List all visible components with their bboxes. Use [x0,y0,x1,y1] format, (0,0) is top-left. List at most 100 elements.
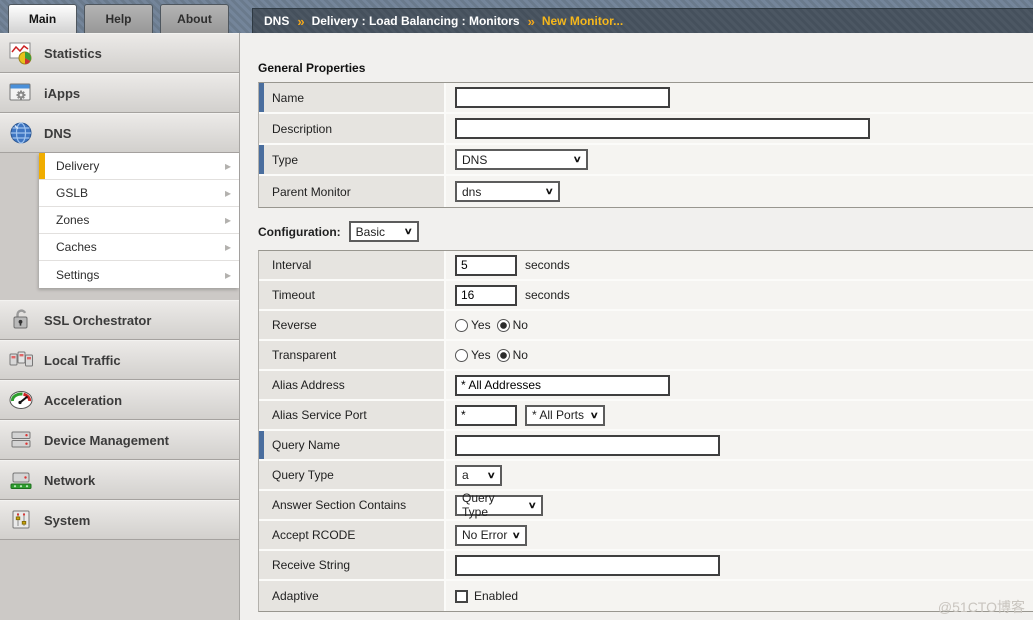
sidebar-item-label: DNS [44,126,71,141]
field-label: Parent Monitor [272,185,351,199]
selected-value: Basic [356,225,385,239]
breadcrumb-root[interactable]: DNS [264,14,289,28]
chevron-down-icon: ∨ [590,410,599,421]
description-input[interactable] [455,118,870,139]
form-row-parent-monitor: Parent Monitor dns ∨ [259,176,1033,207]
alias-service-port-select[interactable]: * All Ports ∨ [525,405,605,426]
alias-address-input[interactable] [455,375,670,396]
tab-help[interactable]: Help [84,4,153,33]
form-row-answer-section-contains: Answer Section Contains Query Type ∨ [259,491,1033,521]
statistics-chart-icon [7,40,35,66]
tab-about[interactable]: About [160,4,229,33]
name-label: Name [259,83,444,112]
parent-monitor-select[interactable]: dns ∨ [455,181,560,202]
field-label: Reverse [272,318,317,332]
sidebar-nav: Statistics iApps DNS Delivery ▸ GSLB ▸ [0,33,240,620]
field-label: Query Name [272,438,340,452]
selected-value: * All Ports [532,408,584,422]
form-row-receive-string: Receive String [259,551,1033,581]
selected-value: No Error [462,528,507,542]
required-indicator [259,83,264,112]
query-type-select[interactable]: a ∨ [455,465,502,486]
required-indicator [259,145,264,174]
form-row-accept-rcode: Accept RCODE No Error ∨ [259,521,1033,551]
submenu-item-label: Caches [56,240,97,254]
field-label: Query Type [272,468,334,482]
breadcrumb-path[interactable]: Delivery : Load Balancing : Monitors [312,14,520,28]
network-switch-icon [7,467,35,493]
ssl-padlock-icon [7,307,35,333]
sidebar-item-acceleration[interactable]: Acceleration [0,380,239,420]
unit-label: seconds [525,288,570,302]
chevron-right-icon: ▸ [225,159,231,173]
configuration-selector: Configuration: Basic ∨ [258,221,1033,242]
submenu-item-label: Delivery [56,159,99,173]
receive-string-input[interactable] [455,555,720,576]
transparent-yes-radio[interactable] [455,349,468,362]
chevron-down-icon: ∨ [404,226,413,237]
type-select[interactable]: DNS ∨ [455,149,588,170]
form-row-description: Description [259,114,1033,145]
submenu-item-settings[interactable]: Settings ▸ [39,261,239,288]
configuration-label: Configuration: [258,225,341,239]
form-row-type: Type DNS ∨ [259,145,1033,176]
selected-value: DNS [462,153,487,167]
submenu-item-label: GSLB [56,186,88,200]
accept-rcode-select[interactable]: No Error ∨ [455,525,527,546]
sidebar-item-system[interactable]: System [0,500,239,540]
sidebar-item-network[interactable]: Network [0,460,239,500]
radio-label: Yes [471,318,491,332]
breadcrumb-separator-icon: » [297,14,303,29]
form-row-interval: Interval seconds [259,251,1033,281]
alias-service-port-input[interactable] [455,405,517,426]
chevron-down-icon: ∨ [487,470,496,481]
field-label: Accept RCODE [272,528,355,542]
sidebar-item-label: iApps [44,86,80,101]
sidebar-item-dns[interactable]: DNS [0,113,239,153]
query-name-input[interactable] [455,435,720,456]
answer-section-contains-select[interactable]: Query Type ∨ [455,495,543,516]
sidebar-item-label: SSL Orchestrator [44,313,151,328]
form-row-timeout: Timeout seconds [259,281,1033,311]
sidebar-item-iapps[interactable]: iApps [0,73,239,113]
selected-value: a [462,468,469,482]
timeout-input[interactable] [455,285,517,306]
sidebar-item-device-management[interactable]: Device Management [0,420,239,460]
sidebar-item-ssl-orchestrator[interactable]: SSL Orchestrator [0,300,239,340]
sidebar-item-label: Local Traffic [44,353,121,368]
reverse-no-radio[interactable] [497,319,510,332]
configuration-select[interactable]: Basic ∨ [349,221,419,242]
radio-label: No [513,348,528,362]
submenu-item-delivery[interactable]: Delivery ▸ [39,153,239,180]
submenu-item-gslb[interactable]: GSLB ▸ [39,180,239,207]
field-label: Adaptive [272,589,319,603]
breadcrumb-current: New Monitor... [542,14,623,28]
top-header: Main Help About DNS » Delivery : Load Ba… [0,0,1033,33]
submenu-item-caches[interactable]: Caches ▸ [39,234,239,261]
reverse-yes-radio[interactable] [455,319,468,332]
name-input[interactable] [455,87,670,108]
chevron-right-icon: ▸ [225,213,231,227]
sidebar-item-local-traffic[interactable]: Local Traffic [0,340,239,380]
submenu-item-zones[interactable]: Zones ▸ [39,207,239,234]
adaptive-enabled-checkbox[interactable] [455,590,468,603]
local-traffic-servers-icon [7,347,35,373]
interval-input[interactable] [455,255,517,276]
form-row-reverse: Reverse Yes No [259,311,1033,341]
form-row-alias-address: Alias Address [259,371,1033,401]
breadcrumb: DNS » Delivery : Load Balancing : Monito… [252,8,1033,33]
chevron-right-icon: ▸ [225,268,231,282]
tab-main[interactable]: Main [8,4,77,33]
selected-value: dns [462,185,481,199]
field-label: Transparent [272,348,336,362]
sidebar-item-statistics[interactable]: Statistics [0,33,239,73]
field-label: Alias Address [272,378,345,392]
field-label: Answer Section Contains [272,498,406,512]
form-row-query-name: Query Name [259,431,1033,461]
field-label: Name [272,91,304,105]
chevron-down-icon: ∨ [512,530,521,541]
transparent-no-radio[interactable] [497,349,510,362]
header-tabs: Main Help About [8,4,229,33]
acceleration-gauge-icon [7,387,35,413]
field-label: Alias Service Port [272,408,367,422]
